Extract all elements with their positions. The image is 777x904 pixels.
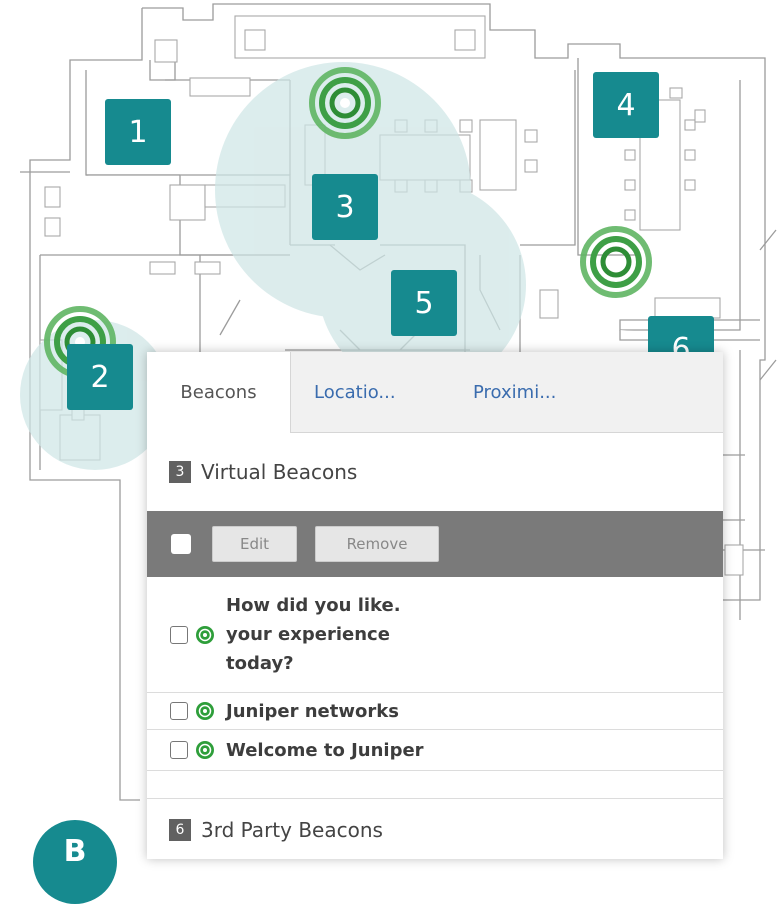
edit-button[interactable]: Edit <box>212 526 297 562</box>
virtual-beacons-title: Virtual Beacons <box>201 459 358 484</box>
zone-marker-1[interactable]: 1 <box>105 99 171 165</box>
tab-proximity[interactable]: Proximi... <box>473 352 583 432</box>
beacon-signal-icon <box>196 702 214 720</box>
list-item[interactable]: How did you like. your experience today? <box>147 577 723 693</box>
third-party-count-badge: 6 <box>169 818 191 841</box>
beacon-signal-icon <box>196 625 214 644</box>
zone-marker-5[interactable]: 5 <box>391 270 457 336</box>
row-checkbox[interactable] <box>170 625 188 644</box>
bulk-action-toolbar: Edit Remove <box>147 511 723 577</box>
zone-marker-2[interactable]: 2 <box>67 344 133 410</box>
list-item[interactable]: Welcome to Juniper <box>147 730 723 771</box>
tab-beacons[interactable]: Beacons <box>147 352 291 433</box>
beacon-signal-icon <box>196 741 214 759</box>
tab-locations[interactable]: Locatio... <box>314 352 424 432</box>
zone-marker-b[interactable]: B <box>33 820 117 904</box>
beacon-name: Juniper networks <box>226 700 399 722</box>
zone-marker-4[interactable]: 4 <box>593 72 659 138</box>
remove-button[interactable]: Remove <box>315 526 439 562</box>
select-all-checkbox[interactable] <box>171 534 191 554</box>
list-item[interactable]: Juniper networks <box>147 693 723 730</box>
beacon-signal-icon[interactable] <box>578 224 654 300</box>
beacon-panel: Beacons Locatio... Proximi... 3 Virtual … <box>147 352 723 859</box>
beacon-signal-icon[interactable] <box>307 65 383 141</box>
zone-marker-3[interactable]: 3 <box>312 174 378 240</box>
row-checkbox[interactable] <box>170 741 188 759</box>
third-party-beacons-title: 3rd Party Beacons <box>201 817 383 842</box>
beacon-name: How did you like. your experience today? <box>226 595 401 674</box>
row-checkbox[interactable] <box>170 702 188 720</box>
virtual-beacons-header[interactable]: 3 Virtual Beacons <box>147 432 723 512</box>
panel-tabs: Beacons Locatio... Proximi... <box>147 352 723 433</box>
virtual-beacons-count-badge: 3 <box>169 460 191 483</box>
third-party-beacons-header[interactable]: 6 3rd Party Beacons <box>147 798 723 860</box>
beacon-name: Welcome to Juniper <box>226 739 424 761</box>
